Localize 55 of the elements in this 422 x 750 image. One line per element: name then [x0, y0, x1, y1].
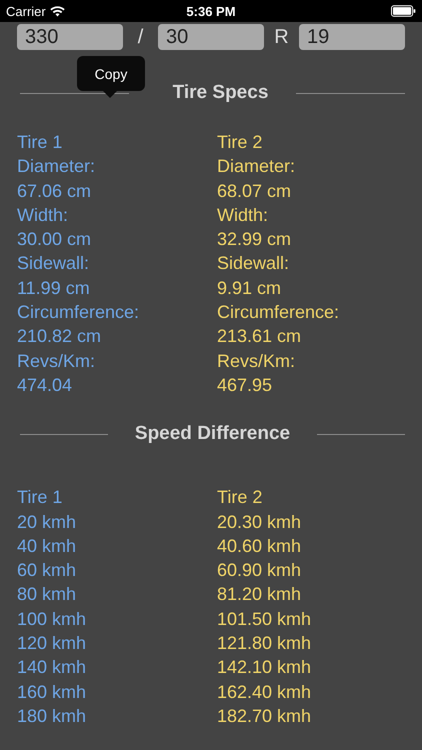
spec-text: 213.61 cm [217, 325, 302, 348]
spec-text: 68.07 cm [217, 180, 292, 203]
wifi-icon [50, 6, 65, 16]
spec-text: 11.99 cm [17, 276, 90, 300]
battery-icon [391, 5, 416, 17]
spec-text: Width: [17, 204, 68, 227]
spec-text: Sidewall: [217, 252, 290, 276]
spec-text: 30.00 cm [17, 228, 92, 252]
section-title: Speed Difference [134, 423, 292, 446]
speed-text: 180 kmh [17, 704, 86, 728]
speed-text: 120 kmh [17, 632, 86, 656]
spec-text: Circumference: [217, 301, 340, 324]
speed-text: 40.60 kmh [217, 534, 302, 558]
spec-text: Tire 2 [217, 131, 262, 154]
rim-size-field[interactable]: 19 [299, 24, 405, 50]
speed-text: 81.20 kmh [217, 583, 302, 606]
speed-text: 60 kmh [17, 559, 76, 582]
speed-text: 162.40 kmh [217, 680, 312, 704]
spec-text: Width: [217, 204, 268, 227]
carrier-label: Carrier [6, 4, 46, 18]
spec-text: Diameter: [17, 155, 96, 178]
spec-text: 474.04 [17, 374, 72, 397]
spec-text: 9.91 cm [217, 276, 282, 300]
spec-text: 467.95 [217, 374, 272, 397]
rim-separator: R [273, 26, 290, 48]
tire-width-field[interactable]: 330 [17, 24, 123, 50]
spec-text: Revs/Km: [17, 350, 96, 373]
spec-text: Tire 1 [17, 131, 62, 154]
speed-text: Tire 2 [217, 486, 262, 510]
speed-text: 160 kmh [17, 680, 86, 704]
speed-text: 80 kmh [17, 583, 76, 606]
spec-text: Circumference: [17, 301, 140, 324]
spec-text: 210.82 cm [17, 325, 102, 348]
speed-text: 100 kmh [17, 608, 86, 631]
tooltip-pointer [103, 91, 117, 98]
aspect-ratio-field[interactable]: 30 [158, 24, 264, 50]
slash-separator: / [136, 26, 144, 48]
spec-text: Diameter: [217, 155, 296, 178]
speed-text: 182.70 kmh [217, 704, 312, 728]
spec-text: Revs/Km: [217, 350, 296, 373]
clock-time: 5:36 PM [186, 4, 236, 18]
speed-text: 121.80 kmh [217, 632, 312, 656]
copy-tooltip[interactable]: Copy [77, 56, 145, 91]
speed-text: 60.90 kmh [217, 559, 302, 582]
speed-text: 101.50 kmh [217, 608, 312, 631]
spec-text: 67.06 cm [17, 180, 92, 203]
speed-text: 142.10 kmh [217, 656, 312, 680]
section-title: Tire Specs [172, 82, 270, 104]
spec-text: 32.99 cm [217, 228, 292, 252]
speed-text: 40 kmh [17, 534, 76, 558]
speed-text: 140 kmh [17, 656, 86, 680]
spec-text: Sidewall: [17, 252, 90, 276]
speed-text: 20 kmh [17, 510, 76, 534]
speed-text: 20.30 kmh [217, 510, 302, 534]
speed-text: Tire 1 [17, 486, 62, 510]
